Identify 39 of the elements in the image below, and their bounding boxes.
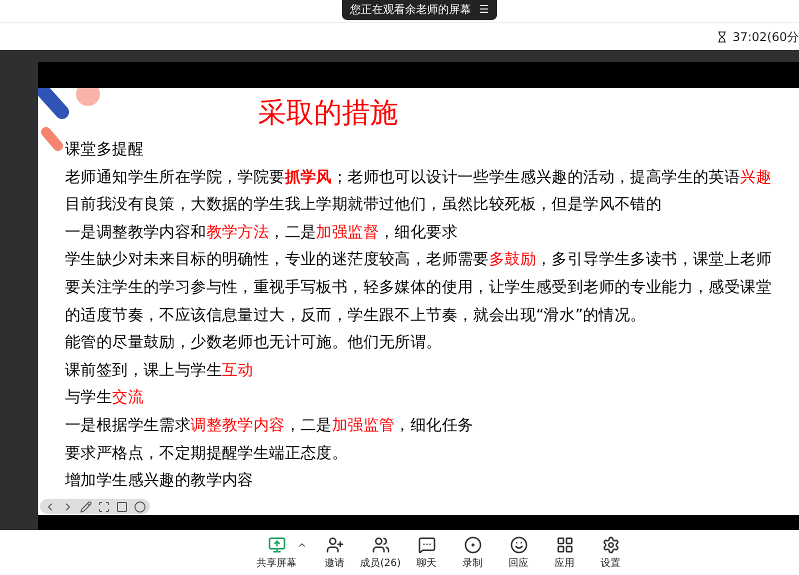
toolbar-button[interactable]: 邀请	[316, 536, 352, 571]
toolbar-button[interactable]: 设置	[592, 536, 628, 571]
chat-bubble-icon	[418, 536, 436, 554]
slide-text-line: 课前签到，课上与学生互动	[65, 360, 254, 381]
toolbar-button[interactable]: 共享屏幕	[258, 536, 294, 571]
smiley-icon	[510, 536, 528, 554]
toolbar-button[interactable]: 录制	[454, 536, 490, 571]
hourglass-icon	[716, 30, 728, 42]
slide-text-line: 一是根据学生需求调整教学内容，二是加强监管，细化任务	[65, 414, 474, 436]
more-icon[interactable]	[134, 500, 146, 512]
meeting-timer: 37:02(60分	[732, 28, 799, 46]
slide-text-line: 增加学生感兴趣的教学内容	[65, 470, 254, 492]
slide-text-line: 课堂多提醒	[65, 139, 144, 160]
toolbar-button[interactable]: 成员(26)	[362, 536, 398, 571]
record-icon	[464, 536, 482, 554]
slide-title: 采取的措施	[258, 96, 398, 129]
slide-text-line: 要求严格点，不定期提醒学生端正态度。	[65, 442, 348, 464]
menu-glyph[interactable]: ☰	[479, 2, 489, 18]
slide-text-line: 一是调整教学内容和教学方法，二是加强监督，细化要求	[65, 222, 458, 243]
screen-share-icon	[268, 536, 286, 554]
slide-text-line: 要关注学生的学习参与性，重视手写板书，轻多媒体的使用，让学生感受到老师的专业能力，感受课堂	[65, 276, 772, 298]
slide-text-line: 的适度节奏，不应该信息量过大，反而，学生跟不上节奏，就会出现“滑水”的情况。	[65, 304, 646, 326]
pen-icon[interactable]	[80, 500, 92, 512]
grid-icon	[556, 536, 574, 554]
toolbar-button[interactable]: 回应	[500, 536, 536, 571]
add-person-icon	[326, 536, 344, 554]
banner-text: 您正在观看余老师的屏幕	[350, 2, 472, 18]
screen-share-banner[interactable]: 您正在观看余老师的屏幕 ☰	[342, 0, 497, 20]
slides-icon[interactable]	[116, 500, 128, 512]
slide-text-line: 老师通知学生所在学院，学院要抓学风；老师也可以设计一些学生感兴趣的活动，提高学生的英语兴趣	[65, 166, 772, 188]
slide-text-line: 目前我没有良策，大数据的学生我上学期就带过他们，虽然比较死板，但是学风不错的	[65, 194, 662, 216]
slide-text-line: 学生缺少对未来目标的明确性，专业的迷茫度较高，老师需要多鼓励，多引导学生多读书，课堂上老师	[65, 249, 772, 270]
people-icon	[372, 536, 390, 554]
slide-text-line: 与学生交流	[65, 387, 144, 408]
toolbar-button[interactable]: 聊天	[408, 536, 444, 571]
zoom-icon[interactable]	[98, 500, 110, 512]
settings-icon	[602, 536, 620, 554]
slide-text-line: 能管的尽量鼓励，少数老师也无计可施。他们无所谓。	[65, 332, 442, 354]
toolbar-button[interactable]: 应用	[546, 536, 582, 571]
